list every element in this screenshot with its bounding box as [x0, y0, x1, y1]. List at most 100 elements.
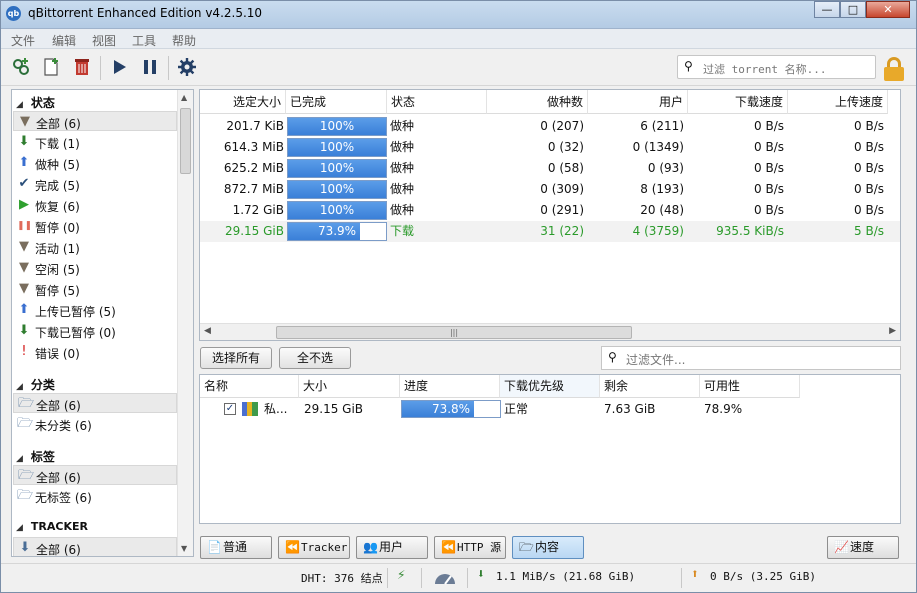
column-completed[interactable]: 已完成 [286, 90, 387, 114]
tab-content[interactable]: 🗁 内容 [512, 536, 584, 559]
sidebar-item-label: 恢复 (6) [35, 200, 80, 214]
sidebar-item[interactable]: ▶ 恢复 (6) [13, 195, 177, 215]
collapse-triangle-icon: ◢ [16, 382, 23, 392]
scroll-left-icon[interactable]: ◀ [204, 326, 211, 336]
connection-status-icon[interactable]: ⚡ [397, 567, 405, 583]
sidebar-item[interactable]: ▼ 活动 (1) [13, 237, 177, 257]
file-row[interactable]: ✓ 私... 29.15 GiB 73.8% 正常 7.63 GiB 78.9% [200, 398, 900, 420]
speed-button[interactable]: 📈 速度 [827, 536, 899, 559]
torrent-row[interactable]: 625.2 MiB 做种 0 (58) 0 (93) 0 B/s 0 B/s 100% [200, 158, 900, 179]
menu-bar: 文件 编辑 视图 工具 帮助 [1, 29, 916, 49]
column-priority[interactable]: 下载优先级 [500, 375, 600, 398]
pause-button[interactable] [139, 57, 161, 79]
menu-file[interactable]: 文件 [11, 32, 35, 49]
sidebar-item[interactable]: ❚❚ 暂停 (0) [13, 216, 177, 236]
resume-icon [114, 60, 126, 74]
scroll-up-icon[interactable]: ▲ [181, 93, 187, 102]
status-separator [387, 568, 388, 588]
file-checkbox[interactable]: ✓ [224, 403, 236, 415]
torrent-upload-speed: 0 B/s [854, 182, 884, 196]
scroll-down-icon[interactable]: ▼ [181, 544, 187, 553]
sidebar-item[interactable]: ▼ 暂停 (5) [13, 279, 177, 299]
title-bar[interactable]: qb qBittorrent Enhanced Edition v4.2.5.1… [1, 1, 916, 29]
add-torrent-file-button[interactable] [40, 57, 62, 79]
torrent-row[interactable]: 872.7 MiB 做种 0 (309) 8 (193) 0 B/s 0 B/s 100% [200, 179, 900, 200]
torrent-row[interactable]: 1.72 GiB 做种 0 (291) 20 (48) 0 B/s 0 B/s 100% [200, 200, 900, 221]
sidebar-item[interactable]: ⬆ 上传已暂停 (5) [13, 300, 177, 320]
torrent-upload-speed: 0 B/s [854, 140, 884, 154]
hscroll-thumb[interactable]: ||| [276, 326, 632, 339]
sidebar-item[interactable]: ▼ 空闲 (5) [13, 258, 177, 278]
tracker-section-header[interactable]: ◢ TRACKER [16, 520, 88, 533]
arrow-up-icon: ⬆ [18, 155, 30, 170]
column-status[interactable]: 状态 [387, 90, 487, 114]
torrent-size: 29.15 GiB [224, 224, 284, 238]
sidebar-item[interactable]: 🗁 无标签 (6) [13, 486, 177, 506]
sidebar-scrollbar[interactable]: ▲ ▼ [177, 90, 193, 556]
column-peers[interactable]: 用户 [588, 90, 688, 114]
tab-peers[interactable]: 👥 用户 [356, 536, 428, 559]
window-title: qBittorrent Enhanced Edition v4.2.5.10 [28, 6, 263, 20]
torrent-progress-bar: 100% [287, 117, 387, 136]
maximize-button[interactable]: □ [840, 1, 866, 18]
column-selected-size[interactable]: 选定大小 [200, 90, 286, 114]
sidebar-item[interactable]: ⬇ 下载 (1) [13, 132, 177, 152]
tab-http-sources[interactable]: ⏪ HTTP 源 [434, 536, 506, 559]
sidebar-item[interactable]: ▼ 全部 (6) [13, 111, 177, 131]
window-controls: — □ ✕ [814, 1, 910, 18]
sidebar-item[interactable]: ⬆ 做种 (5) [13, 153, 177, 173]
select-all-button[interactable]: 选择所有 [200, 347, 272, 369]
status-section-header[interactable]: ◢ 状态 [16, 94, 55, 111]
torrent-row[interactable]: 29.15 GiB 下载 31 (22) 4 (3759) 935.5 KiB/s 5 B… [200, 221, 900, 242]
speed-limit-icon[interactable] [433, 570, 457, 586]
torrent-progress-text: 100% [319, 119, 355, 133]
sidebar-item[interactable]: ✔ 完成 (5) [13, 174, 177, 194]
torrent-list-hscrollbar[interactable]: ◀ ||| ▶ [200, 323, 900, 340]
sidebar-scroll-thumb[interactable] [180, 108, 191, 174]
tag-section-header[interactable]: ◢ 标签 [16, 448, 55, 465]
column-progress[interactable]: 进度 [400, 375, 500, 398]
torrent-row[interactable]: 201.7 KiB 做种 0 (207) 6 (211) 0 B/s 0 B/s 100% [200, 116, 900, 137]
column-size[interactable]: 大小 [299, 375, 400, 398]
options-button[interactable] [176, 57, 198, 79]
file-filter-input[interactable]: ⚲ 过滤文件... [601, 346, 901, 370]
sidebar-item[interactable]: ⬇ 全部 (6) [13, 537, 177, 556]
column-upload-speed[interactable]: 上传速度 [788, 90, 888, 114]
column-availability[interactable]: 可用性 [700, 375, 800, 398]
add-torrent-link-button[interactable] [10, 57, 32, 79]
delete-button[interactable] [71, 57, 93, 79]
category-section-header[interactable]: ◢ 分类 [16, 376, 55, 393]
column-seeds[interactable]: 做种数 [487, 90, 588, 114]
content-file-list: 名称 大小 进度 下载优先级 剩余 可用性 ✓ 私... 29.15 GiB 7… [199, 374, 901, 524]
sidebar-item[interactable]: 🗁 全部 (6) [13, 393, 177, 413]
menu-edit[interactable]: 编辑 [52, 32, 76, 49]
sidebar-item-label: 未分类 (6) [35, 419, 92, 433]
folder-icon: 🗁 [17, 416, 34, 431]
close-button[interactable]: ✕ [866, 1, 910, 18]
menu-tools[interactable]: 工具 [132, 32, 156, 49]
sidebar-item[interactable]: ! 错误 (0) [13, 342, 177, 362]
column-download-speed[interactable]: 下载速度 [688, 90, 788, 114]
sidebar-item[interactable]: 🗁 全部 (6) [13, 465, 177, 485]
tab-general[interactable]: 📄 普通 [200, 536, 272, 559]
torrent-size: 201.7 KiB [226, 119, 284, 133]
lock-icon[interactable] [883, 57, 905, 81]
torrent-search-input[interactable]: ⚲ 过滤 torrent 名称... [677, 55, 876, 79]
sidebar-item[interactable]: 🗁 未分类 (6) [13, 414, 177, 434]
resume-button[interactable] [108, 57, 130, 79]
menu-help[interactable]: 帮助 [172, 32, 196, 49]
tab-tracker[interactable]: ⏪ Tracker [278, 536, 350, 559]
column-name[interactable]: 名称 [200, 375, 299, 398]
torrent-state: 做种 [390, 203, 415, 217]
column-remaining[interactable]: 剩余 [600, 375, 700, 398]
menu-view[interactable]: 视图 [92, 32, 116, 49]
file-priority[interactable]: 正常 [504, 398, 528, 420]
select-none-button[interactable]: 全不选 [279, 347, 351, 369]
scroll-right-icon[interactable]: ▶ [889, 326, 896, 336]
sidebar-item[interactable]: ⬇ 下载已暂停 (0) [13, 321, 177, 341]
minimize-button[interactable]: — [814, 1, 840, 18]
torrent-row[interactable]: 614.3 MiB 做种 0 (32) 0 (1349) 0 B/s 0 B/s 100% [200, 137, 900, 158]
arrow-up-icon: ⬆ [18, 302, 30, 317]
torrent-progress-bar: 100% [287, 159, 387, 178]
torrent-state: 做种 [390, 182, 415, 196]
